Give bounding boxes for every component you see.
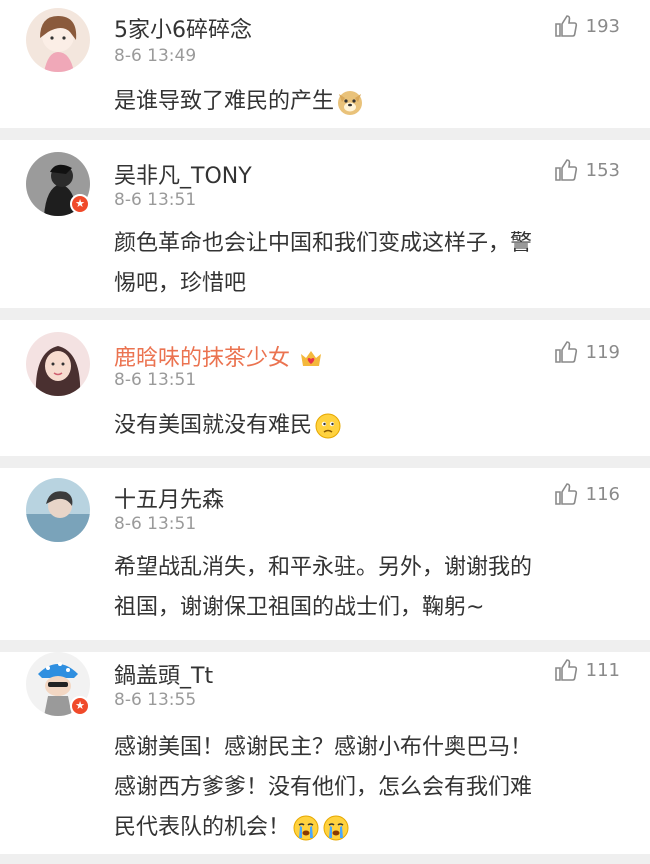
crying-face-emoji [323,815,349,841]
dog-doge-emoji [338,91,363,115]
comment-author[interactable]: 吴非凡_TONY [114,158,252,190]
comment-line: 颜色革命也会让中国和我们变成这样子，警 [114,231,533,256]
divider [0,854,650,864]
like-count: 193 [585,15,620,37]
comment-line: 感谢西方爹爹！没有他们，怎么会有我们难 [114,775,533,800]
comment-text: 希望战乱消失，和平永驻。另外，谢谢我的 祖国，谢谢保卫祖国的战士们，鞠躬~ [114,548,614,628]
comment-line: 希望战乱消失，和平永驻。另外，谢谢我的 [114,555,533,580]
avatar[interactable] [26,332,90,396]
author-name-text: 鹿晗味的抹茶少女 [114,346,291,371]
comment-timestamp: 8-6 13:49 [114,46,197,66]
crying-face-emoji [293,815,319,841]
comment-line: 民代表队的机会！ [114,815,291,840]
comment-item: 5家小6碎碎念 8-6 13:49 193 是谁导致了难民的产生 [0,0,650,128]
avatar[interactable] [26,8,90,72]
comment-timestamp: 8-6 13:51 [114,190,197,210]
like-button[interactable]: 153 [554,158,620,182]
like-count: 153 [585,159,620,181]
comment-item: 十五月先森 8-6 13:51 116 希望战乱消失，和平永驻。另外，谢谢我的 … [0,468,650,640]
thumbs-up-icon [554,341,577,363]
divider [0,128,650,140]
comment-item: ★ 鍋盖頭_Tt 8-6 13:55 111 感谢美国！感谢民主？感谢小布什奥巴… [0,652,650,854]
like-count: 119 [585,341,620,363]
comment-author[interactable]: 鹿晗味的抹茶少女 [114,340,323,372]
like-button[interactable]: 119 [554,340,620,364]
divider [0,456,650,468]
comment-line: 惕吧，珍惜吧 [114,271,247,296]
like-count: 116 [585,483,620,505]
verified-v-icon: ★ [70,696,90,716]
comment-feed: 5家小6碎碎念 8-6 13:49 193 是谁导致了难民的产生 ★ 吴非凡_T… [0,0,650,864]
like-button[interactable]: 193 [554,14,620,38]
comment-author[interactable]: 5家小6碎碎念 [114,12,252,44]
comment-timestamp: 8-6 13:51 [114,370,197,390]
thumbs-up-icon [554,15,577,37]
comment-line: 没有美国就没有难民 [114,413,313,438]
thumbs-up-icon [554,483,577,505]
like-button[interactable]: 111 [554,658,620,682]
comment-line: 是谁导致了难民的产生 [114,89,335,114]
thumbs-up-icon [554,159,577,181]
comment-timestamp: 8-6 13:51 [114,514,197,534]
comment-text: 没有美国就没有难民 [114,406,614,446]
comment-text: 是谁导致了难民的产生 [114,82,614,122]
divider [0,640,650,652]
comment-line-with-emoji: 民代表队的机会！ [114,808,614,848]
comment-item: 鹿晗味的抹茶少女 8-6 13:51 119 没有美国就没有难民 [0,320,650,456]
comment-author[interactable]: 鍋盖頭_Tt [114,658,213,690]
thumbs-up-icon [554,659,577,681]
crown-heart-badge [301,351,322,366]
comment-timestamp: 8-6 13:55 [114,690,197,710]
comment-item: ★ 吴非凡_TONY 8-6 13:51 153 颜色革命也会让中国和我们变成这… [0,140,650,308]
divider [0,308,650,320]
comment-author[interactable]: 十五月先森 [114,482,224,514]
comment-text: 颜色革命也会让中国和我们变成这样子，警 惕吧，珍惜吧 [114,224,614,304]
avatar[interactable] [26,478,90,542]
sad-face-emoji [315,413,341,439]
comment-line: 祖国，谢谢保卫祖国的战士们，鞠躬~ [114,595,485,620]
like-count: 111 [585,659,620,681]
verified-v-icon: ★ [70,194,90,214]
comment-line: 感谢美国！感谢民主？感谢小布什奥巴马！ [114,735,533,760]
like-button[interactable]: 116 [554,482,620,506]
comment-text: 感谢美国！感谢民主？感谢小布什奥巴马！ 感谢西方爹爹！没有他们，怎么会有我们难 … [114,728,614,848]
